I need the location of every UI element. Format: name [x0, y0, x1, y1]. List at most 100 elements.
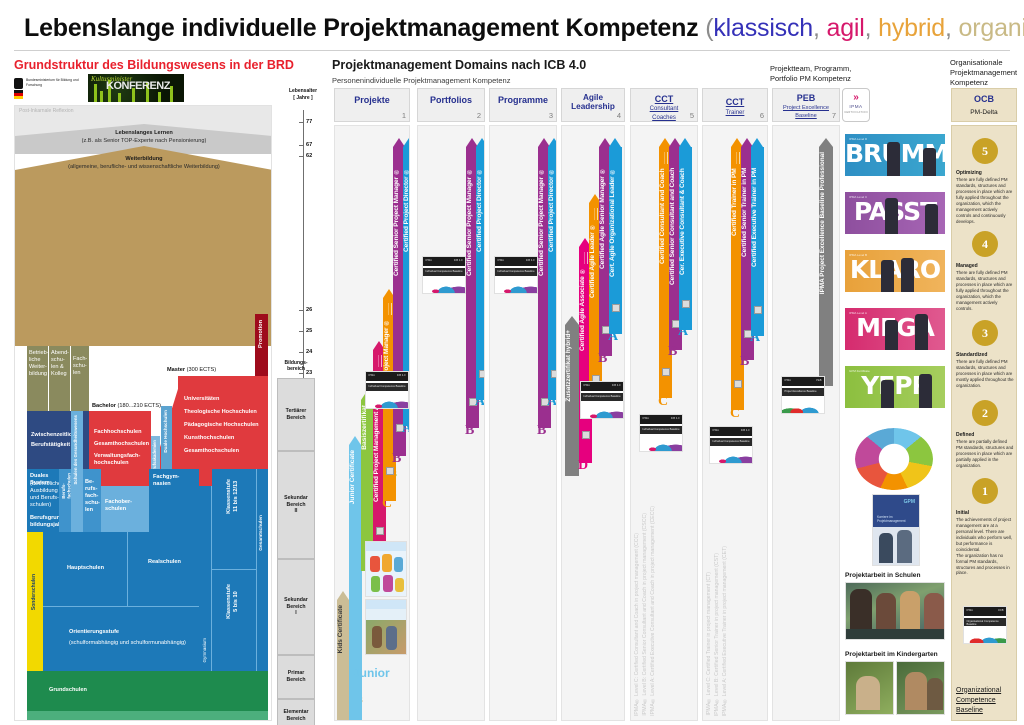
domain-header-agile[interactable]: Agile Leadership 4 [561, 88, 625, 122]
domain-subtitle-cct-consultant: Consultant Coaches [649, 106, 679, 121]
footnote-ccc-a: IPMA® Level A: Certified Executive Consu… [650, 506, 656, 716]
domain-num-portfolios: 2 [476, 111, 481, 120]
cert-level-programme-a: A [547, 394, 557, 409]
hauptschulen-label: Hauptschulen [67, 565, 104, 571]
panel-projekte: Kids Certificate Kids Junior Certificate… [334, 125, 410, 721]
title-klassisch: klassisch [713, 14, 813, 42]
icb-book-thumb-ccc: IPMA ICB 4.0 Individual Competence Baseli… [639, 414, 683, 452]
grundschulen-box: Grundschulen [27, 671, 268, 711]
panel-programme: Certified Senior Project Manager ® B Cer… [489, 125, 557, 721]
panel-cct-trainer: Certified Trainer in PM C Certified Seni… [702, 125, 768, 721]
gymnasium-label: Gymnasium [202, 638, 207, 663]
infographic-page: Lebenslange individuelle Projektmanageme… [0, 0, 1024, 725]
cert-label-agile-a: Cert. Agile Organizational Leader ® [609, 168, 616, 278]
bereich-tertiaer: Tertiärer Bereich [277, 378, 315, 451]
age-axis-header: Lebensalter[ Jahre ] [288, 88, 318, 101]
ocb-book-thumb: IPMA OCB Organisational Competence Baseli… [963, 606, 1007, 644]
orientierungsstufe-label: Orientierungsstufe [69, 629, 120, 635]
ocb-level-3-circle: 3 [972, 320, 998, 346]
ocb-level-5-title: Optimizing [956, 170, 982, 176]
ocb-level-2-circle: 2 [972, 400, 998, 426]
domain-header-programme[interactable]: Programme 3 [489, 88, 557, 122]
kmk-logo-main: KONFERENZ [106, 80, 170, 92]
promotion-box: Promotion [255, 314, 268, 376]
fachgymnasien-box: Fachgym- nasien [149, 469, 199, 532]
cert-programme-a[interactable]: Certified Project Director ® [548, 138, 556, 400]
domain-header-ocb[interactable]: OCB PM-Delta [951, 88, 1017, 122]
theologische-label: Theologische Hochschulen [184, 409, 257, 415]
persona-name-klaro: KLARO [849, 255, 941, 284]
klassenstufe-1113-box: Klassenstufe 11 bis 12/13 [212, 469, 256, 569]
competence-pinwheel-icon [855, 428, 933, 490]
domain-num-agile: 4 [616, 111, 621, 120]
cert-level-agile-d: D [578, 458, 589, 473]
ipma-certification-badge[interactable]: » IPMA CERTIFICATION [842, 88, 870, 122]
junior-book-thumb-2 [365, 599, 407, 655]
lebenslanges-lernen-sub: (z.B. als Senior TOP-Experte nach Pensio… [81, 138, 207, 144]
lebenslanges-lernen-label: Lebenslanges Lernen [115, 130, 173, 136]
domain-title-cct-trainer: CCT [725, 97, 745, 107]
domain-header-cct-trainer[interactable]: CCT Trainer 6 [702, 88, 768, 122]
domain-title-programme: Programme [497, 95, 549, 105]
berufsfachschulen-v-box: Berufs- fachschulen [59, 469, 71, 532]
cert-level-projekte-a: A [402, 421, 409, 437]
klassenstufe-510-box: Klassenstufe 5 bis 10 [212, 569, 256, 671]
cert-level-ccc-c: C [658, 394, 669, 409]
footnote-cct-b: IPMA® Level B: Certified Senior Trainer … [714, 552, 720, 716]
domain-num-projekte: 1 [401, 111, 406, 120]
cert-agile-a[interactable]: Cert. Agile Organizational Leader ® [609, 138, 622, 334]
domain-title-portfolios: Portfolios [430, 95, 472, 105]
footnote-cct-c: IPMA® Level C: Certified Trainer in proj… [706, 572, 712, 716]
domain-subtitle-cct-trainer: Trainer [725, 110, 745, 116]
fachschulen-label: Fach- schu- len [73, 356, 88, 376]
gpm-brochure-thumb: GPM Karriere im Projektmanagement [872, 494, 920, 566]
ocb-level-5-body: There are fully defined PM standards, st… [956, 177, 1013, 224]
domain-title-projekte: Projekte [354, 95, 390, 105]
fachhochschulen-label: Fachhochschulen [94, 429, 142, 435]
domain-header-peb[interactable]: PEB Project Excellence Baseline 7 [772, 88, 840, 122]
domain-subtitle-peb: Project Excellence Baseline [782, 105, 829, 120]
cert-level-ccc-b: B [668, 344, 678, 359]
title-sep3: , [945, 14, 959, 42]
label-projektarbeit-schulen: Projektarbeit in Schulen [845, 572, 921, 579]
org-competence-note: Organisationale Projektmanagement Kompet… [950, 58, 1018, 88]
icb-book-thumb-projekte: IPMA ICB 4.0 Individual Competence Baseli… [365, 371, 409, 409]
footnote-ccc-b: IPMA® Level B: Certified Senior Consulta… [642, 513, 648, 716]
hauptschulen-box: Hauptschulen [43, 532, 127, 606]
realschulen-label: Realschulen [148, 559, 181, 565]
cert-level-projekte-b: B [392, 451, 402, 466]
cert-peb-professional[interactable]: IPMA Project Excellence Baseline Profess… [819, 138, 833, 386]
bmbf-logo: Bundesministerium für Bildung und Forsch… [14, 76, 84, 102]
bmbf-logo-text: Bundesministerium für Bildung und Forsch… [26, 78, 79, 87]
photo-projektarbeit-schulen [845, 582, 945, 640]
persona-banner-passt: IPMA Level C PASST [845, 192, 945, 234]
bachelor-label: Bachelor (180...210 ECTS) [92, 403, 162, 409]
duales-system-sub: (Betriebliche Ausbildung und Berufs- sch… [30, 481, 59, 508]
domain-num-cct-trainer: 6 [759, 111, 764, 120]
footnote-cct-a: IPMA® Level A: Certified Executive Train… [722, 545, 728, 716]
zusatzzertifikat-hybrid-bar: Zusatzzertifikat hybrid+ [565, 316, 579, 476]
age-tick-24: 24 [306, 349, 313, 355]
age-tick-77: 77 [306, 119, 313, 125]
panel-peb: IPMA Project Excellence Baseline Profess… [772, 125, 840, 721]
bereich-primar: Primar Bereich [277, 655, 315, 699]
title-hybrid: hybrid [878, 14, 946, 42]
pm-section-subheading: Personenindividuelle Projektmanagement K… [332, 76, 511, 85]
domain-num-programme: 3 [548, 111, 553, 120]
ocb-level-1-title: Initial [956, 510, 970, 516]
domain-header-portfolios[interactable]: Portfolios 2 [417, 88, 485, 122]
education-heading: Grundstruktur des Bildungswesens in der … [14, 58, 294, 72]
realschulen-box: Realschulen [127, 532, 199, 606]
title-organisational: organisational [958, 14, 1024, 42]
domain-title-cct-consultant: CCT [654, 94, 674, 104]
cert-level-cct-c: C [730, 406, 741, 421]
cert-ccc-a[interactable]: Cer. Executive Consultant & Coach [679, 138, 692, 330]
cert-cct-a[interactable]: Certified Executive Trainer in PM [751, 138, 764, 336]
universitaeten-label: Universitäten [184, 396, 220, 402]
gpm-book-title: Karriere im Projektmanagement [877, 515, 906, 523]
cert-portfolios-a[interactable]: Certified Project Director ® [476, 138, 484, 400]
ocb-level-4-body: There are fully defined PM standards, st… [956, 270, 1013, 311]
domain-header-cct-consultant[interactable]: CCT Consultant Coaches 5 [630, 88, 698, 122]
domain-header-projekte[interactable]: Projekte 1 [334, 88, 410, 122]
weiterbildung-sub: (allgemeine, berufliche- und wissenschaf… [68, 164, 220, 170]
